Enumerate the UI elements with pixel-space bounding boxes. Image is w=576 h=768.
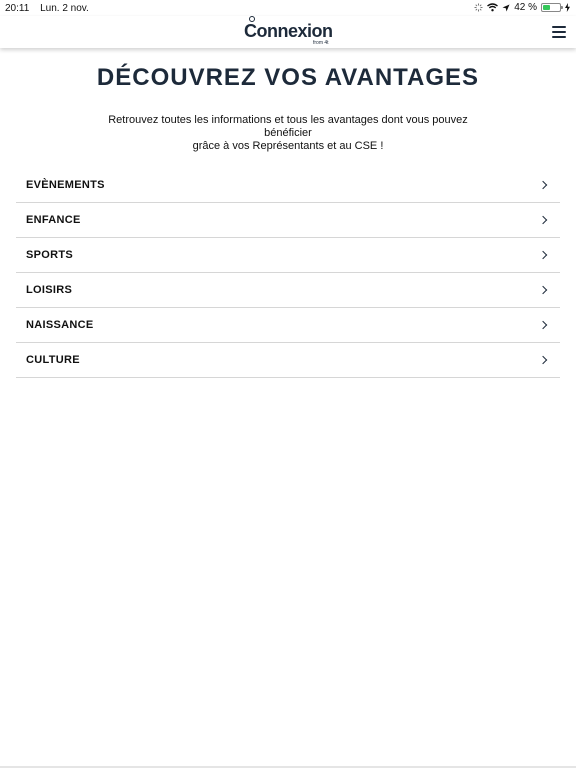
status-time: 20:11 (5, 3, 30, 14)
chevron-right-icon (538, 180, 548, 190)
activity-icon (474, 3, 483, 12)
chevron-right-icon (538, 215, 548, 225)
intro-line-1: Retrouvez toutes les informations et tou… (108, 114, 468, 139)
status-bar: 20:11 Lun. 2 nov. 42 % (0, 0, 576, 16)
list-item-sports[interactable]: SPORTS (16, 238, 560, 273)
benefits-list: EVÈNEMENTS ENFANCE SPORTS LOISIRS NAISSA… (16, 168, 560, 378)
hamburger-menu-icon[interactable] (552, 26, 566, 38)
list-item-label: NAISSANCE (26, 319, 94, 331)
battery-level (543, 5, 550, 10)
list-item-label: ENFANCE (26, 214, 81, 226)
intro-line-2: grâce à vos Représentants et au CSE ! (192, 140, 384, 152)
menu-bar (552, 31, 566, 33)
list-item-culture[interactable]: CULTURE (16, 343, 560, 378)
list-item-enfance[interactable]: ENFANCE (16, 203, 560, 238)
location-icon (502, 4, 510, 11)
app-header: Connexion from 4t (0, 16, 576, 48)
wifi-icon (487, 3, 499, 12)
page-title: DÉCOUVREZ VOS AVANTAGES (96, 64, 480, 91)
status-date: Lun. 2 nov. (40, 3, 89, 14)
list-item-label: LOISIRS (26, 284, 73, 296)
chevron-right-icon (538, 320, 548, 330)
charging-icon (565, 3, 570, 12)
list-item-label: SPORTS (26, 249, 74, 261)
battery-icon (541, 3, 563, 12)
chevron-right-icon (538, 355, 548, 365)
chevron-right-icon (538, 285, 548, 295)
list-item-evenements[interactable]: EVÈNEMENTS (16, 168, 560, 203)
chevron-right-icon (538, 250, 548, 260)
menu-bar (552, 26, 566, 28)
status-indicators: 42 % (474, 2, 570, 13)
status-time-date: 20:11 Lun. 2 nov. (5, 3, 89, 14)
list-item-naissance[interactable]: NAISSANCE (16, 308, 560, 343)
list-item-label: CULTURE (26, 354, 80, 366)
menu-bar (552, 36, 566, 38)
logo-subtext: from 4t (313, 40, 329, 46)
intro-text: Retrouvez toutes les informations et tou… (88, 114, 488, 153)
logo-wordmark: Connexion (244, 21, 333, 41)
connexion-logo[interactable]: Connexion from 4t (244, 16, 336, 48)
list-item-label: EVÈNEMENTS (26, 179, 105, 191)
list-item-loisirs[interactable]: LOISIRS (16, 273, 560, 308)
battery-percent: 42 % (514, 2, 537, 13)
